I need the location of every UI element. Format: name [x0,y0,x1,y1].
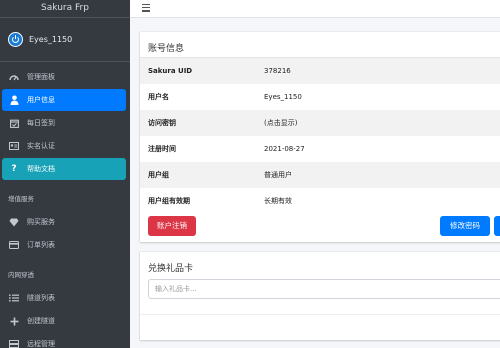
sidebar-item-label: 管理面板 [27,73,55,81]
server-icon [8,339,20,348]
row-label: 用户组有效期 [148,197,190,205]
row-label: 用户组 [148,171,169,179]
table-row: Sakura UID 378216 [140,58,500,84]
nav-section-tunnel: 内网穿透 [8,271,34,279]
sidebar-item-dashboard[interactable]: 管理面板 [2,66,126,88]
sidebar-item-buy-service[interactable]: 购买服务 [2,211,126,233]
credit-card-icon [8,240,20,250]
calendar-check-icon [8,118,20,128]
row-value: Eyes_1150 [264,93,302,101]
table-row: 用户名 Eyes_1150 [140,84,500,110]
sidebar-item-create-tunnel[interactable]: 创建隧道 [2,310,126,332]
sidebar-item-label: 每日签到 [27,119,55,127]
card-footer: 账户注销 修改密码 [140,214,500,242]
sidebar: Sakura Frp Eyes_1150 管理面板 用户信息 每日签到 实名认证… [0,0,130,348]
access-key-reveal[interactable]: (点击显示) [264,110,500,136]
sidebar-item-label: 隧道列表 [27,294,55,302]
sidebar-item-label: 用户信息 [27,96,55,104]
user-panel[interactable]: Eyes_1150 [0,18,130,62]
row-value: 2021-08-27 [264,145,305,153]
row-label: 访问密钥 [148,119,176,127]
row-value: 378216 [264,67,291,75]
dashboard-icon [8,72,20,82]
sidebar-nav: 管理面板 用户信息 每日签到 实名认证 ? 帮助文档 增值服务 购买服务 订单列… [0,62,130,348]
gift-card-title: 兑换礼品卡 [148,264,194,274]
user-icon [8,95,20,105]
plus-icon [8,316,20,326]
list-icon [8,293,20,303]
table-row: 访问密钥 (点击显示) [140,110,500,136]
sidebar-item-remote-manage[interactable]: 远程管理 [2,333,126,348]
id-card-icon [8,141,20,151]
row-label: 用户名 [148,93,169,101]
row-label: Sakura UID [148,67,193,75]
sidebar-item-verification[interactable]: 实名认证 [2,135,126,157]
question-icon: ? [11,164,17,174]
sidebar-item-label: 订单列表 [27,241,55,249]
sidebar-item-tunnel-list[interactable]: 隧道列表 [2,287,126,309]
row-label: 注册时间 [148,145,176,153]
sidebar-item-help-docs[interactable]: ? 帮助文档 [2,158,126,180]
table-row: 用户组有效期 长期有效 [140,188,500,214]
card-title: 账号信息 [140,32,500,58]
avatar[interactable] [8,32,23,47]
sidebar-item-user-info[interactable]: 用户信息 [2,89,126,111]
account-info-table: Sakura UID 378216 用户名 Eyes_1150 访问密钥 (点击… [140,58,500,214]
gem-icon [8,217,20,227]
gift-card-panel: 兑换礼品卡 [140,252,500,340]
cancel-account-button[interactable]: 账户注销 [148,216,196,236]
sidebar-item-label: 实名认证 [27,142,55,150]
table-row: 用户组 普通用户 [140,162,500,188]
account-info-card: 账号信息 Sakura UID 378216 用户名 Eyes_1150 访问密… [140,32,500,242]
menu-toggle-icon[interactable] [142,4,150,12]
sidebar-item-label: 创建隧道 [27,317,55,325]
row-value: 普通用户 [264,171,292,179]
row-value: 长期有效 [264,197,292,205]
change-password-button[interactable]: 修改密码 [440,216,490,236]
divider [140,314,500,315]
sidebar-item-label: 帮助文档 [27,165,55,173]
gift-card-input[interactable] [148,279,500,299]
sidebar-item-daily-checkin[interactable]: 每日签到 [2,112,126,134]
top-navbar [130,0,500,18]
sidebar-item-label: 远程管理 [27,340,55,348]
table-row: 注册时间 2021-08-27 [140,136,500,162]
sidebar-item-order-list[interactable]: 订单列表 [2,234,126,256]
brand-title[interactable]: Sakura Frp [0,0,130,18]
nav-section-value-added: 增值服务 [8,195,34,203]
sidebar-item-label: 购买服务 [27,218,55,226]
extra-action-button[interactable] [494,216,500,236]
user-name[interactable]: Eyes_1150 [29,35,72,44]
